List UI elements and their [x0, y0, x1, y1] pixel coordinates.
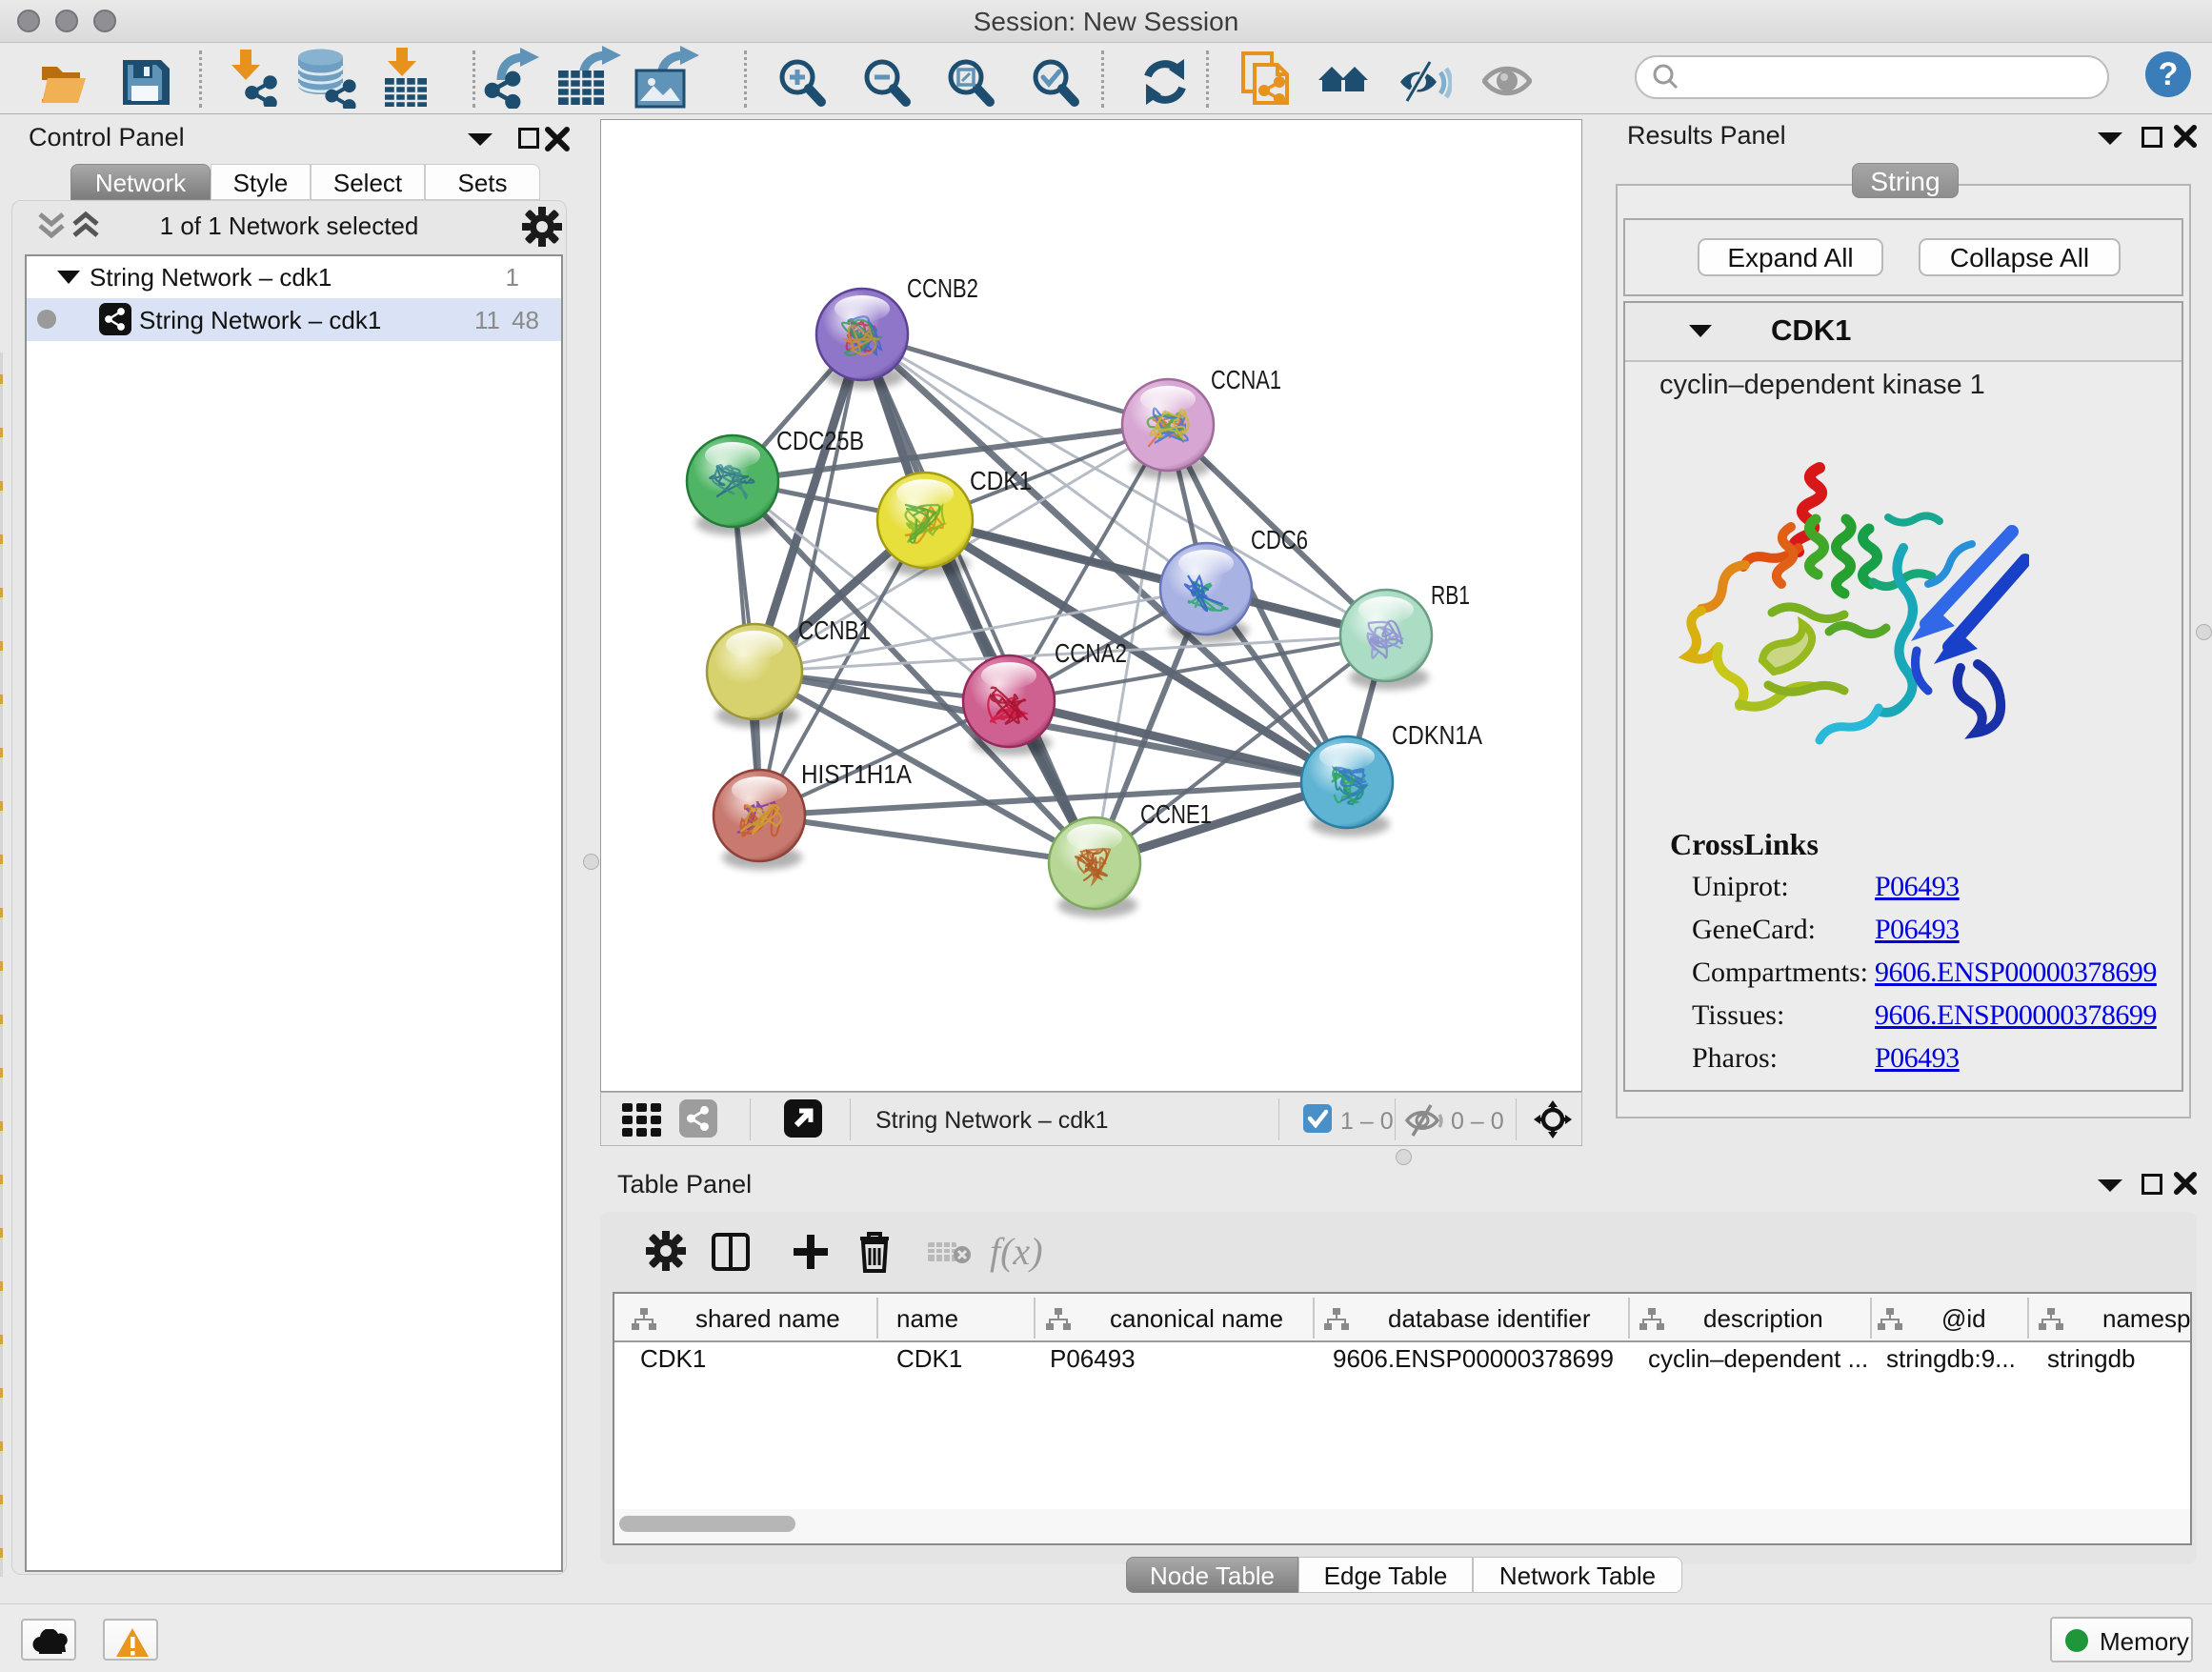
svg-text:CDKN1A: CDKN1A	[1392, 720, 1482, 750]
svg-text:CCNB2: CCNB2	[907, 273, 978, 303]
svg-text:CCNA1: CCNA1	[1211, 365, 1281, 394]
svg-text:HIST1H1A: HIST1H1A	[801, 759, 912, 789]
svg-text:RB1: RB1	[1431, 580, 1470, 610]
svg-text:CDC25B: CDC25B	[776, 426, 864, 455]
svg-text:CCNB1: CCNB1	[798, 615, 871, 645]
svg-text:CDC6: CDC6	[1251, 525, 1308, 554]
svg-text:CDK1: CDK1	[970, 466, 1032, 495]
svg-text:CCNA2: CCNA2	[1055, 638, 1127, 668]
svg-text:CCNE1: CCNE1	[1140, 799, 1212, 829]
